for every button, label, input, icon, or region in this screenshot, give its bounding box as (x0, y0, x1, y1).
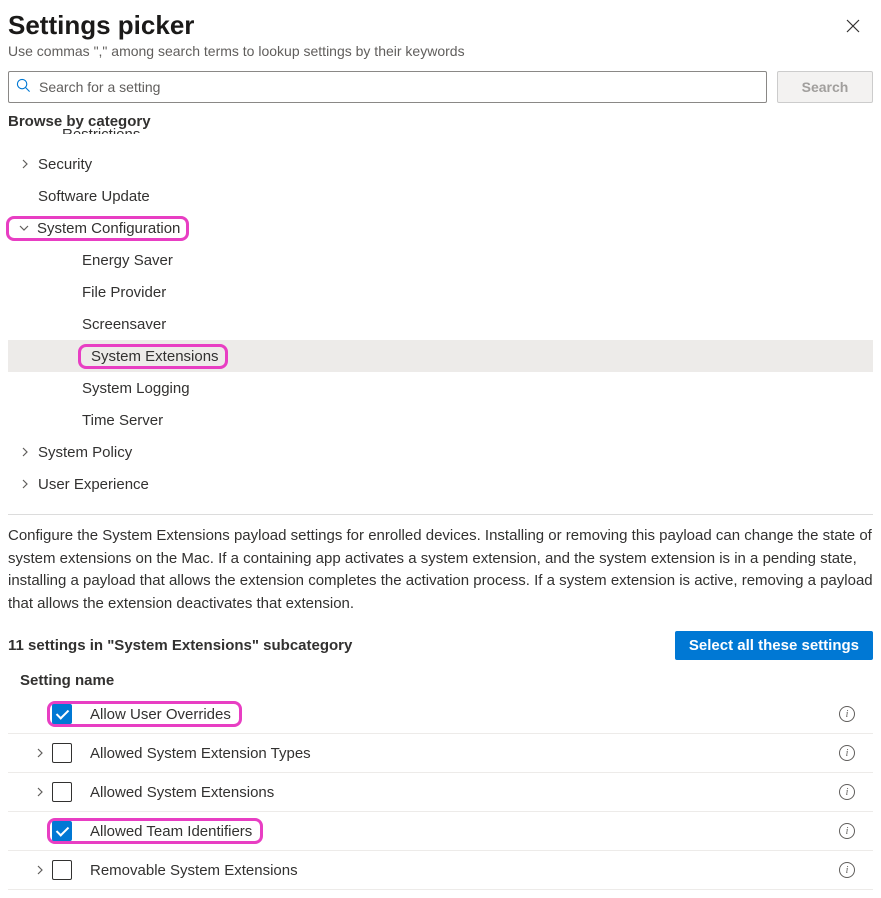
setting-checkbox[interactable] (52, 860, 72, 880)
highlighted-setting: Allow User Overrides (47, 701, 242, 727)
setting-label: Allowed System Extensions (90, 784, 839, 801)
category-label: Software Update (38, 188, 150, 205)
chevron-right-icon[interactable] (28, 786, 52, 798)
setting-checkbox[interactable] (52, 704, 72, 724)
setting-row: Allowed System Extensionsi (8, 773, 873, 812)
category-item[interactable]: Energy Saver (8, 244, 873, 276)
info-icon[interactable]: i (839, 862, 855, 878)
info-icon[interactable]: i (839, 784, 855, 800)
search-icon (16, 78, 31, 96)
page-subtitle: Use commas "," among search terms to loo… (8, 43, 465, 59)
chevron-right-icon[interactable] (28, 747, 52, 759)
search-button[interactable]: Search (777, 71, 873, 103)
category-item[interactable]: User Experience (8, 468, 873, 500)
setting-label: Allowed Team Identifiers (90, 823, 252, 840)
category-label: System Extensions (91, 348, 219, 365)
highlighted-category: System Configuration (6, 216, 189, 241)
info-icon[interactable]: i (839, 823, 855, 839)
category-item[interactable]: Time Server (8, 404, 873, 436)
category-label: File Provider (82, 284, 166, 301)
setting-name-header: Setting name (20, 672, 873, 689)
page-title: Settings picker (8, 10, 465, 41)
category-label: User Experience (38, 476, 149, 493)
category-item-truncated: Restrictions (62, 126, 873, 134)
setting-label: Removable System Extensions (90, 862, 839, 879)
category-label: System Policy (38, 444, 132, 461)
category-label: Time Server (82, 412, 163, 429)
category-item[interactable]: File Provider (8, 276, 873, 308)
category-tree: Security Software Update System Configurat… (8, 148, 873, 500)
info-icon[interactable]: i (839, 745, 855, 761)
close-button[interactable] (841, 14, 865, 38)
setting-row: Removable System Extensionsi (8, 851, 873, 890)
divider (8, 514, 873, 515)
category-label: System Logging (82, 380, 190, 397)
setting-row: Allowed Team Identifiers i (8, 812, 873, 851)
category-label: Security (38, 156, 92, 173)
chevron-down-icon (15, 222, 33, 234)
highlighted-category: System Extensions (78, 344, 228, 369)
category-item[interactable]: System Policy (8, 436, 873, 468)
category-item[interactable]: System Logging (8, 372, 873, 404)
setting-label: Allowed System Extension Types (90, 745, 839, 762)
setting-checkbox[interactable] (52, 743, 72, 763)
settings-list: Allow User OverridesiAllowed System Exte… (8, 695, 873, 890)
category-item[interactable]: Security (8, 148, 873, 180)
setting-checkbox[interactable] (52, 821, 72, 841)
category-item[interactable]: Software Update (8, 180, 873, 212)
setting-checkbox[interactable] (52, 782, 72, 802)
chevron-right-icon (16, 158, 34, 170)
select-all-button[interactable]: Select all these settings (675, 631, 873, 660)
category-item[interactable]: System Configuration (8, 212, 873, 244)
chevron-right-icon (16, 446, 34, 458)
setting-row: Allow User Overrides i (8, 695, 873, 734)
category-label: Screensaver (82, 316, 166, 333)
category-item[interactable]: Screensaver (8, 308, 873, 340)
category-label: Energy Saver (82, 252, 173, 269)
chevron-right-icon (16, 478, 34, 490)
info-icon[interactable]: i (839, 706, 855, 722)
category-description: Configure the System Extensions payload … (8, 525, 873, 615)
highlighted-setting: Allowed Team Identifiers (47, 818, 263, 844)
close-icon (846, 19, 860, 33)
setting-row: Allowed System Extension Typesi (8, 734, 873, 773)
setting-label: Allow User Overrides (90, 706, 231, 723)
search-input[interactable] (8, 71, 767, 103)
category-item[interactable]: System Extensions (8, 340, 873, 372)
chevron-right-icon[interactable] (28, 864, 52, 876)
category-label: System Configuration (37, 220, 180, 237)
settings-count-label: 11 settings in "System Extensions" subca… (8, 637, 352, 654)
